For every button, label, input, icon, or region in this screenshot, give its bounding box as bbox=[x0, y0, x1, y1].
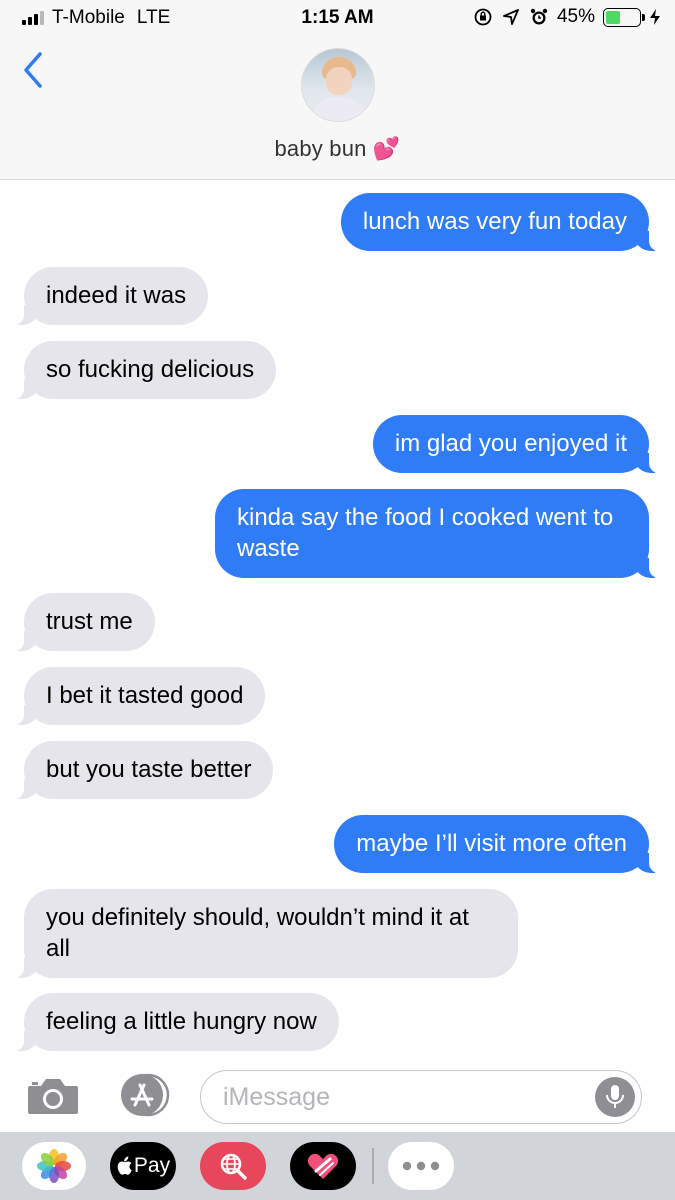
charging-icon bbox=[649, 7, 661, 27]
microphone-icon[interactable] bbox=[595, 1077, 635, 1117]
message-bubble-received[interactable]: I bet it tasted good bbox=[11, 667, 266, 725]
message-bubble-received[interactable]: you definitely should, wouldn’t mind it … bbox=[12, 889, 518, 978]
more-apps-button[interactable] bbox=[388, 1142, 454, 1190]
contact-name[interactable]: baby bun 💕 bbox=[0, 136, 675, 162]
avatar[interactable] bbox=[301, 48, 375, 122]
apple-pay-button[interactable]: Pay bbox=[110, 1142, 176, 1190]
globe-search-icon bbox=[220, 1153, 247, 1180]
heart-touch-icon bbox=[307, 1153, 339, 1179]
status-bar: T-Mobile LTE 1:15 AM 45% bbox=[0, 0, 675, 36]
more-icon bbox=[402, 1161, 440, 1171]
message-bubble-received[interactable]: but you taste better bbox=[11, 741, 274, 799]
apple-logo-icon bbox=[117, 1156, 132, 1175]
alarm-icon bbox=[529, 7, 549, 27]
location-icon bbox=[501, 7, 521, 27]
app-store-icon[interactable] bbox=[114, 1073, 172, 1117]
message-bubble-sent[interactable]: lunch was very fun today bbox=[340, 193, 662, 251]
message-bubble-sent[interactable]: maybe I’ll visit more often bbox=[334, 815, 661, 873]
chevron-left-icon[interactable] bbox=[18, 48, 50, 92]
message-bubble-received[interactable]: so fucking delicious bbox=[11, 341, 277, 399]
battery-percent: 45% bbox=[556, 6, 595, 27]
photos-icon bbox=[37, 1149, 71, 1183]
message-bubble-received[interactable]: trust me bbox=[12, 593, 155, 651]
app-drawer: Pay bbox=[0, 1132, 675, 1200]
photos-app-button[interactable] bbox=[22, 1142, 86, 1190]
apple-pay-label: Pay bbox=[133, 1154, 171, 1177]
drawer-divider bbox=[372, 1148, 374, 1184]
battery-icon bbox=[603, 7, 645, 27]
web-search-app-button[interactable] bbox=[200, 1142, 266, 1190]
digital-touch-app-button[interactable] bbox=[290, 1142, 356, 1190]
battery-fill bbox=[606, 10, 621, 24]
message-input[interactable]: iMessage bbox=[200, 1070, 642, 1124]
message-input-placeholder: iMessage bbox=[223, 1083, 330, 1111]
message-bubble-sent[interactable]: im glad you enjoyed it bbox=[372, 415, 662, 473]
lock-rotation-icon bbox=[473, 7, 493, 27]
message-bubble-received[interactable]: feeling a little hungry now bbox=[12, 993, 339, 1051]
message-thread: lunch was very fun today indeed it was s… bbox=[0, 181, 675, 1061]
input-bar: iMessage bbox=[0, 1062, 675, 1132]
status-right: 45% bbox=[473, 6, 661, 28]
camera-icon[interactable] bbox=[26, 1076, 80, 1116]
conversation-header: baby bun 💕 bbox=[0, 36, 675, 180]
message-bubble-sent[interactable]: kinda say the food I cooked went to wast… bbox=[215, 489, 661, 578]
message-bubble-received[interactable]: indeed it was bbox=[11, 267, 209, 325]
